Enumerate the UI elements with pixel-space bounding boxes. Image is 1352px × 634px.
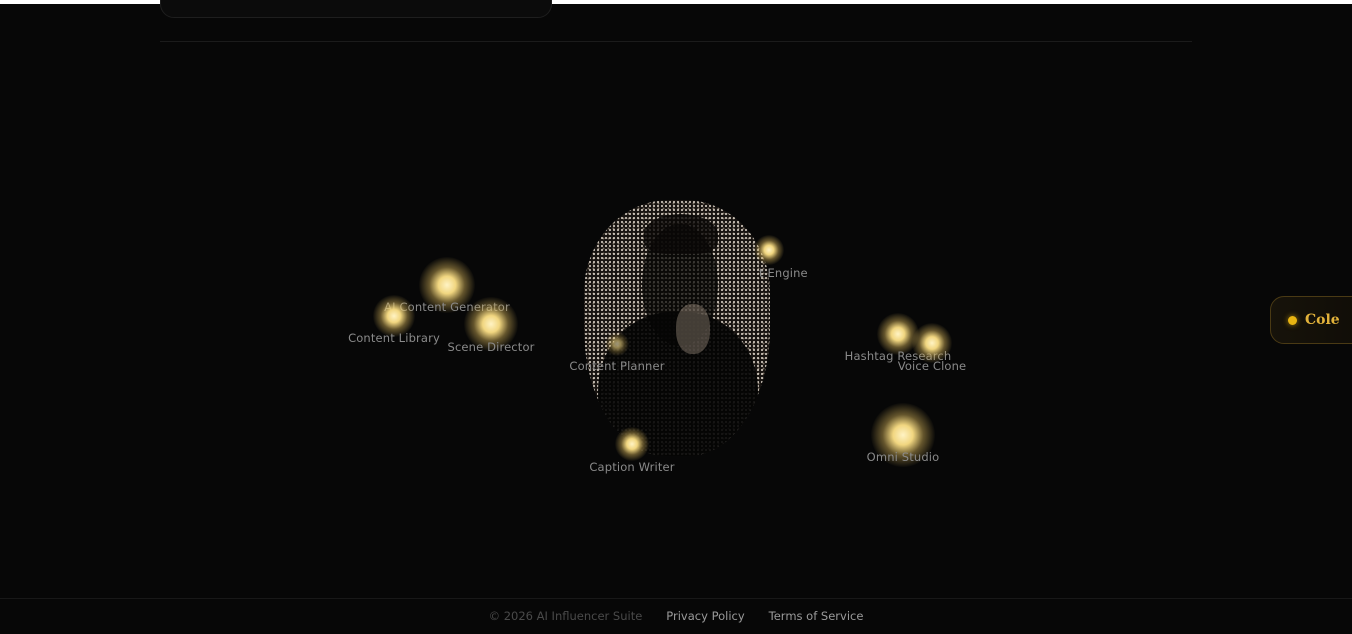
header-divider — [160, 41, 1192, 42]
node-label: Content Library — [348, 331, 440, 345]
glow-orb-icon — [754, 235, 784, 265]
footer: © 2026 AI Influencer Suite Privacy Polic… — [0, 609, 1352, 623]
node-label: Content Planner — [569, 359, 665, 373]
glow-orb-icon — [615, 427, 649, 461]
node-label: t Engine — [759, 266, 808, 280]
portrait-hand — [676, 304, 710, 354]
terms-of-service-link[interactable]: Terms of Service — [769, 609, 864, 623]
top-card — [160, 0, 552, 18]
footer-divider — [0, 598, 1352, 599]
node-label: Voice Clone — [897, 359, 967, 373]
privacy-policy-link[interactable]: Privacy Policy — [666, 609, 744, 623]
glow-orb-icon — [912, 323, 952, 363]
portrait-hair — [644, 214, 718, 254]
status-dot-icon — [1288, 315, 1297, 325]
node-label: Caption Writer — [589, 460, 675, 474]
node-label: Omni Studio — [866, 450, 940, 464]
assistant-name: Cole — [1305, 312, 1340, 328]
footer-copyright: © 2026 AI Influencer Suite — [488, 609, 643, 623]
influencer-portrait — [584, 200, 770, 456]
glow-orb-icon — [605, 332, 629, 356]
node-label: Scene Director — [447, 340, 535, 354]
assistant-cole-button[interactable]: Cole — [1270, 296, 1352, 344]
